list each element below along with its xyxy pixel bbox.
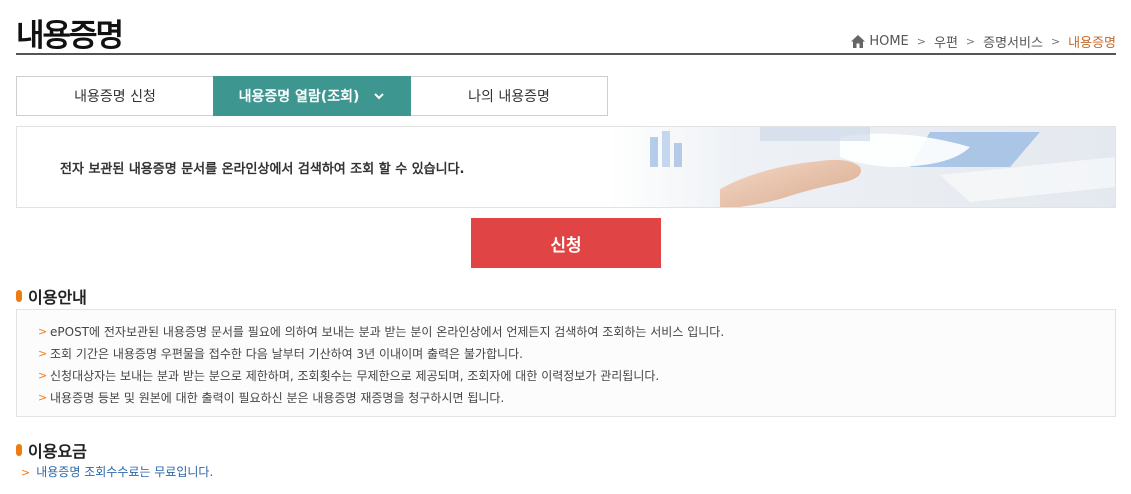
apply-button[interactable]: 신청 <box>471 218 661 268</box>
section-marker <box>16 444 22 456</box>
tab-label: 나의 내용증명 <box>468 89 550 105</box>
tab-view-inquiry[interactable]: 내용증명 열람(조회) <box>213 76 411 116</box>
tab-apply[interactable]: 내용증명 신청 <box>16 76 214 116</box>
chevron-right-icon: > <box>965 35 976 48</box>
usage-fee-text: > 내용증명 조회수수료는 무료입니다. <box>21 465 214 479</box>
bullet-icon: > <box>38 325 48 338</box>
bullet-icon: > <box>38 347 48 360</box>
banner-text: 전자 보관된 내용증명 문서를 온라인상에서 검색하여 조회 할 수 있습니다. <box>60 162 465 177</box>
page-title: 내용증명 <box>16 18 124 54</box>
section-title: 이용요금 <box>28 442 87 461</box>
bullet-icon: > <box>21 466 31 479</box>
bullet-icon: > <box>38 369 48 382</box>
usage-guide-heading: 이용안내 <box>16 284 87 308</box>
list-item: > 내용증명 등본 및 원본에 대한 출력이 필요하신 분은 내용증명 재증명을 … <box>17 387 1115 409</box>
chevron-right-icon: > <box>916 35 926 48</box>
list-item: > ePOST에 전자보관된 내용증명 문서를 필요에 의하여 보내는 분과 받는… <box>17 321 1115 343</box>
usage-guide-list: > ePOST에 전자보관된 내용증명 문서를 필요에 의하여 보내는 분과 받는… <box>16 309 1116 417</box>
chevron-right-icon: > <box>1050 35 1061 48</box>
list-item: > 신청대상자는 보내는 분과 받는 분으로 제한하며, 조회횟수는 무제한으로 … <box>17 365 1115 387</box>
usage-fee-heading: 이용요금 <box>16 438 87 462</box>
tab-label: 내용증명 열람(조회) <box>238 89 360 105</box>
breadcrumb-current: 내용증명 <box>1068 36 1116 51</box>
chevron-down-icon <box>374 93 385 100</box>
home-icon[interactable] <box>851 35 866 48</box>
section-marker <box>16 290 22 302</box>
breadcrumb-item-post[interactable]: 우편 <box>934 32 958 51</box>
title-divider <box>16 53 1116 55</box>
breadcrumb: HOME > 우편 > 증명서비스 > 내용증명 <box>851 32 1116 51</box>
breadcrumb-home[interactable]: HOME <box>869 34 908 49</box>
info-banner: 전자 보관된 내용증명 문서를 온라인상에서 검색하여 조회 할 수 있습니다. <box>16 126 1116 208</box>
banner-illustration <box>610 127 1115 207</box>
list-item: > 조회 기간은 내용증명 우편물을 접수한 다음 날부터 기산하여 3년 이내이… <box>17 343 1115 365</box>
tab-bar: 내용증명 신청 내용증명 열람(조회) 나의 내용증명 <box>16 76 608 116</box>
tab-label: 내용증명 신청 <box>74 89 156 105</box>
breadcrumb-item-certification[interactable]: 증명서비스 <box>983 32 1043 51</box>
tab-my-certifications[interactable]: 나의 내용증명 <box>410 76 608 116</box>
bullet-icon: > <box>38 391 48 404</box>
section-title: 이용안내 <box>28 288 87 307</box>
